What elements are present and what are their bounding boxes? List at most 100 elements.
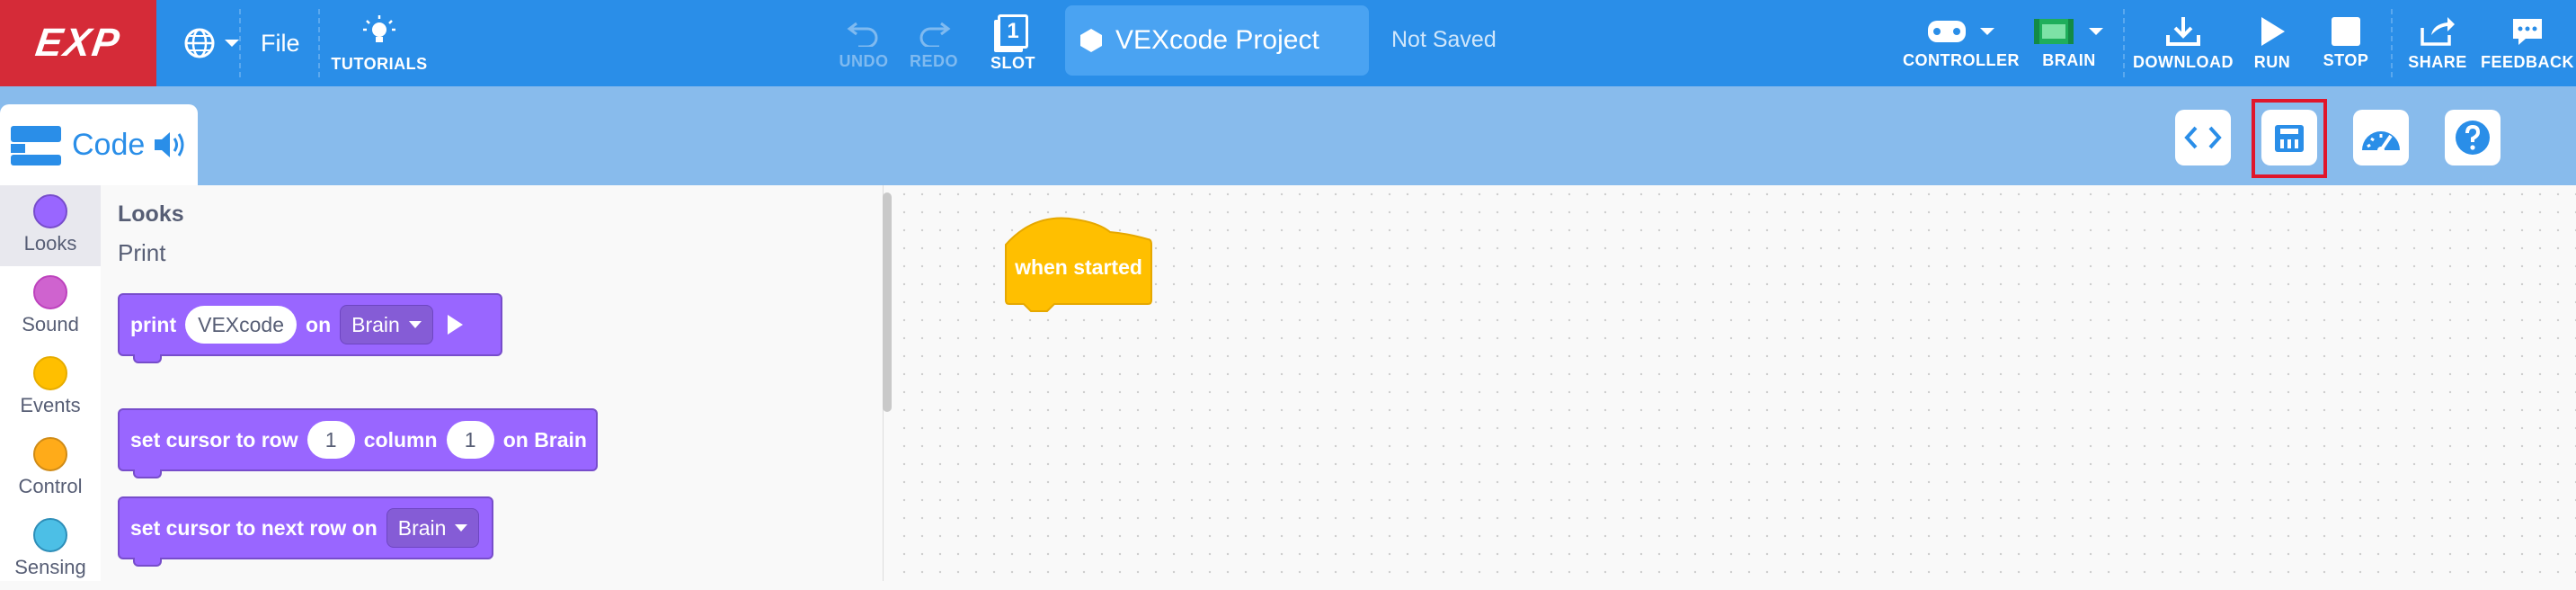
blocks-icon [11, 126, 61, 165]
category-label: Sound [22, 313, 79, 335]
block-text: print [130, 312, 177, 336]
tutorials-button[interactable]: TUTORIALS [331, 0, 428, 86]
code-viewer-button[interactable] [2175, 110, 2231, 165]
dropdown-value: Brain [351, 312, 400, 336]
project-name-field[interactable]: VEXcode Project [1065, 5, 1369, 76]
category-looks[interactable]: Looks [0, 185, 101, 266]
logo-text: EXP [32, 21, 124, 65]
code-tab-label: Code [72, 127, 146, 162]
lightbulb-icon [363, 14, 395, 42]
block-notch [133, 469, 162, 478]
category-label: Control [18, 475, 83, 497]
slot-label: SLOT [990, 53, 1035, 72]
category-dot [33, 194, 67, 228]
chevron-down-icon [1980, 27, 1994, 35]
feedback-button[interactable]: FEEDBACK [2481, 0, 2575, 86]
category-label: Sensing [14, 556, 86, 578]
speaker-icon [155, 132, 184, 157]
download-button[interactable]: DOWNLOAD [2130, 0, 2236, 86]
block-text: on Brain [502, 427, 587, 451]
brain-dropdown[interactable]: Brain [386, 508, 480, 548]
block-notch [133, 354, 162, 363]
block-text: set cursor to row [130, 427, 298, 451]
stop-label: STOP [2323, 50, 2369, 69]
help-icon [2456, 121, 2490, 155]
category-sound[interactable]: Sound [0, 266, 101, 347]
set-cursor-next-row-block[interactable]: set cursor to next row on Brain [118, 496, 493, 559]
block-notch [133, 558, 162, 567]
toolbar-divider [318, 9, 320, 77]
redo-button[interactable]: REDO [902, 0, 965, 86]
help-button[interactable] [2445, 110, 2500, 165]
controller-button[interactable]: CONTROLLER [1903, 0, 2020, 86]
palette-subsection-title: Print [118, 239, 166, 266]
undo-icon [847, 22, 878, 47]
brain-button[interactable]: BRAIN [2031, 0, 2107, 86]
share-label: SHARE [2408, 52, 2467, 71]
dashboard-button[interactable] [2353, 110, 2409, 165]
tutorials-label: TUTORIALS [331, 54, 428, 73]
dashboard-icon [2362, 131, 2400, 154]
undo-label: UNDO [839, 51, 889, 70]
controller-label: CONTROLLER [1903, 50, 2020, 69]
toolbar-divider [239, 9, 241, 77]
block-text: on [306, 312, 332, 336]
download-label: DOWNLOAD [2133, 52, 2234, 71]
toolbar-divider [2123, 9, 2125, 77]
slot-icon: 1 [998, 13, 1028, 49]
category-events[interactable]: Events [0, 347, 101, 428]
palette-scrollbar[interactable] [883, 192, 892, 412]
stop-icon [2332, 16, 2360, 46]
category-sensing[interactable]: Sensing [0, 509, 101, 590]
controller-icon [1928, 20, 1966, 42]
toolbar-divider [2391, 9, 2393, 77]
hat-block-label: when started [1015, 255, 1142, 279]
chevron-down-icon [225, 40, 239, 47]
block-text: set cursor to next row on [130, 515, 378, 540]
top-toolbar: EXP File TUTORIALS UNDO REDO 1 SLOT VEXc… [0, 0, 2576, 86]
file-menu[interactable]: File [261, 0, 300, 86]
print-value-input[interactable]: VEXcode [185, 306, 298, 344]
hexagon-icon [1080, 29, 1102, 52]
slot-button[interactable]: 1 SLOT [982, 0, 1044, 86]
category-dot [33, 437, 67, 471]
brain-dropdown[interactable]: Brain [340, 305, 433, 344]
row-input[interactable]: 1 [306, 421, 355, 459]
run-button[interactable]: RUN [2247, 0, 2297, 86]
category-control[interactable]: Control [0, 428, 101, 509]
print-block[interactable]: print VEXcode on Brain [118, 293, 502, 356]
block-text: column [363, 427, 438, 451]
tab-code[interactable]: Code [0, 104, 198, 185]
share-button[interactable]: SHARE [2405, 0, 2470, 86]
palette-section-title: Looks [118, 201, 184, 227]
stop-button[interactable]: STOP [2319, 0, 2373, 86]
column-input[interactable]: 1 [446, 421, 494, 459]
dropdown-arrow-icon [408, 321, 422, 328]
globe-icon [184, 28, 215, 58]
exp-logo: EXP [0, 0, 156, 86]
category-dot [33, 275, 67, 309]
feedback-label: FEEDBACK [2481, 52, 2575, 71]
chevron-down-icon [2089, 27, 2103, 35]
share-icon [2421, 16, 2455, 46]
code-view-icon [2184, 126, 2222, 149]
category-list: Looks Sound Events Control Sensing [0, 185, 101, 581]
language-menu-button[interactable] [183, 0, 241, 86]
play-icon [2261, 16, 2285, 46]
play-icon[interactable] [447, 315, 463, 335]
slot-number: 1 [1007, 18, 1019, 43]
when-started-block[interactable]: when started [1004, 214, 1153, 317]
highlight-box [2252, 99, 2327, 178]
save-status: Not Saved [1391, 27, 1497, 52]
set-cursor-row-block[interactable]: set cursor to row 1 column 1 on Brain [118, 408, 598, 471]
redo-icon [919, 22, 951, 47]
dropdown-value: Brain [397, 515, 447, 540]
download-icon [2166, 16, 2200, 46]
brain-icon [2034, 18, 2074, 44]
feedback-icon [2513, 18, 2542, 45]
redo-label: REDO [909, 51, 958, 70]
category-label: Looks [23, 232, 77, 255]
category-label: Events [20, 394, 81, 416]
undo-button[interactable]: UNDO [832, 0, 895, 86]
category-dot [33, 518, 67, 552]
